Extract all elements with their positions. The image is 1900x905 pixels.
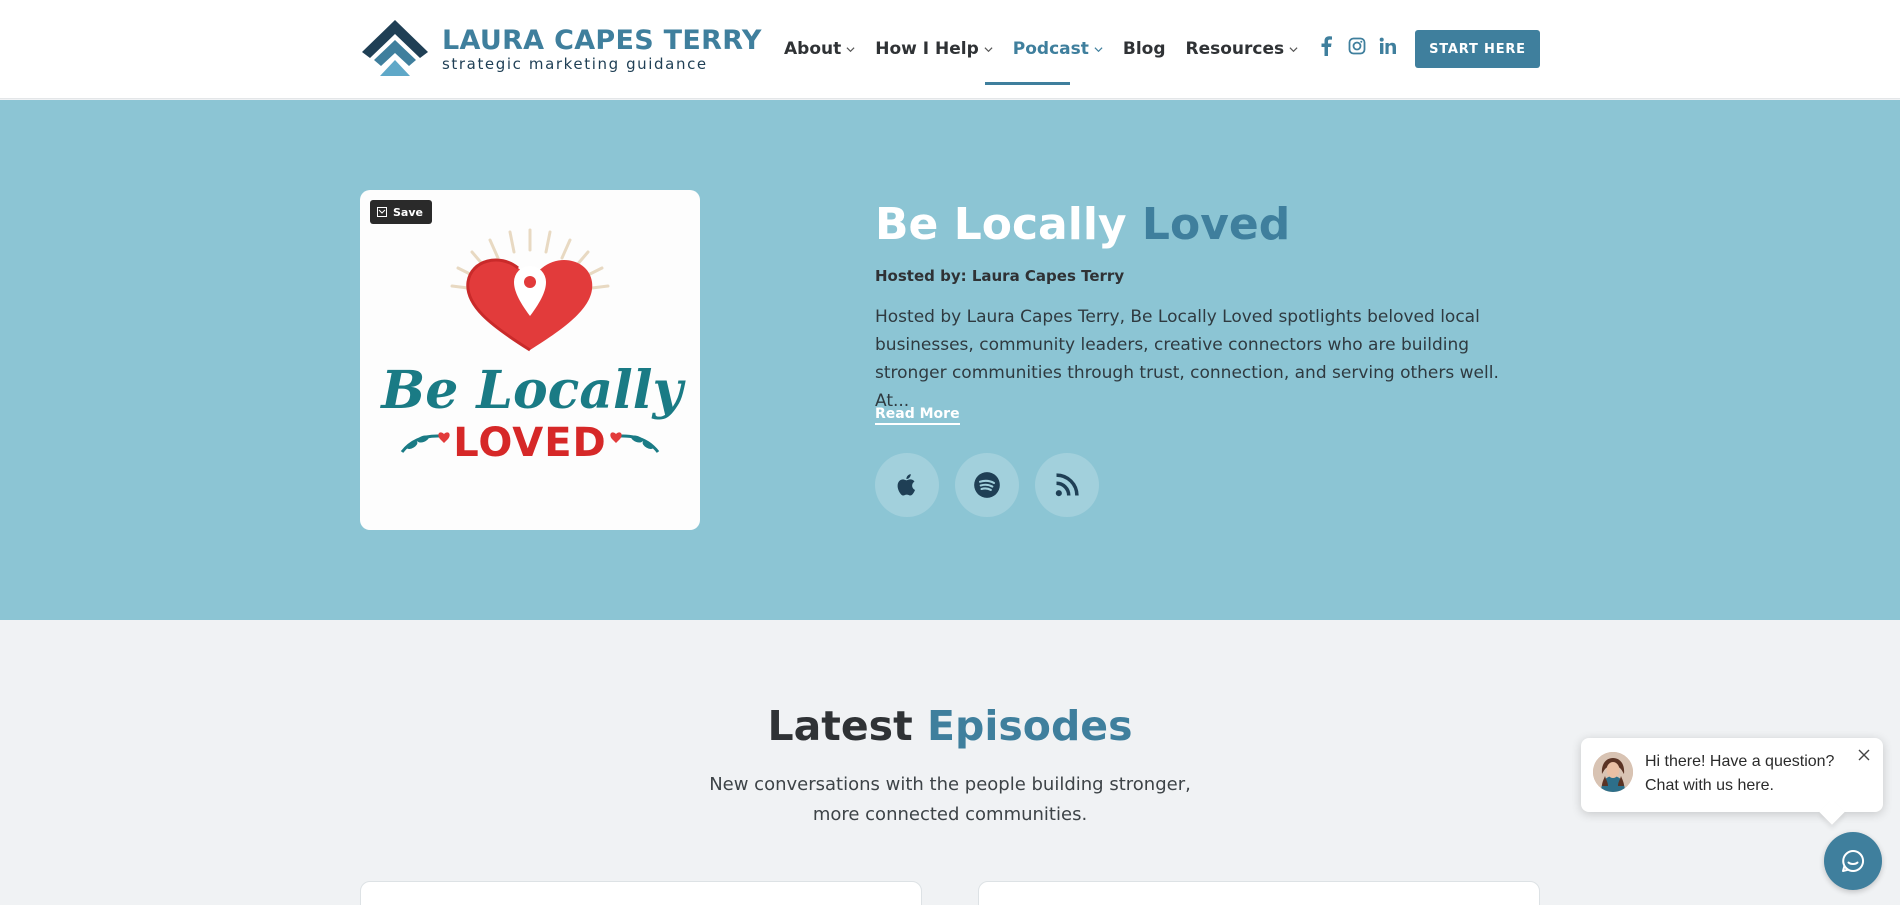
chat-message: Hi there! Have a question? Chat with us …: [1645, 753, 1835, 794]
podcast-title: Be Locally Loved: [875, 198, 1290, 252]
instagram-icon[interactable]: [1347, 36, 1367, 56]
podcast-cover-art: Save Be Locally LOVED: [360, 190, 700, 530]
facebook-icon[interactable]: [1316, 36, 1336, 56]
active-nav-indicator: [985, 82, 1070, 85]
main-nav: About How I Help Podcast Blog Resources: [784, 34, 1318, 64]
nav-item-how-i-help[interactable]: How I Help: [875, 39, 993, 59]
chevron-down-icon: [984, 46, 993, 52]
social-links: [1316, 36, 1409, 56]
chevron-down-icon: [1289, 46, 1298, 52]
episode-card[interactable]: [360, 881, 922, 905]
logo-title: LAURA CAPES TERRY: [442, 25, 762, 56]
chat-prompt[interactable]: Hi there! Have a question? Chat with us …: [1581, 738, 1883, 812]
podcast-platforms: [875, 453, 1115, 517]
nav-item-podcast[interactable]: Podcast: [1013, 39, 1103, 59]
be-locally-loved-logo: Be Locally LOVED: [379, 228, 687, 466]
latest-title-accent: Episodes: [926, 702, 1133, 750]
nav-item-about[interactable]: About: [784, 39, 855, 59]
logo-subtitle: strategic marketing guidance: [442, 55, 708, 73]
podcast-description: Hosted by Laura Capes Terry, Be Locally …: [875, 307, 1499, 411]
start-here-button[interactable]: START HERE: [1415, 30, 1540, 68]
logo-chevron-icon: [360, 18, 430, 80]
chevron-down-icon: [1094, 46, 1103, 52]
chat-icon: [1842, 849, 1865, 872]
nav-item-blog[interactable]: Blog: [1123, 39, 1166, 59]
latest-episodes-subtitle: New conversations with the people buildi…: [709, 774, 1191, 825]
save-label: Save: [393, 205, 423, 219]
apple-podcasts-icon[interactable]: [875, 453, 939, 517]
hosted-by: Hosted by: Laura Capes Terry: [875, 267, 1125, 285]
nav-item-resources[interactable]: Resources: [1186, 39, 1299, 59]
nav-item-label: About: [784, 39, 842, 59]
avatar: [1593, 752, 1633, 792]
spotify-icon[interactable]: [955, 453, 1019, 517]
close-icon[interactable]: [1857, 748, 1871, 762]
svg-text:Be Locally: Be Locally: [379, 360, 686, 421]
chevron-down-icon: [846, 46, 855, 52]
save-icon: [377, 207, 387, 217]
svg-text:LOVED: LOVED: [453, 420, 606, 466]
read-more-link[interactable]: Read More: [875, 406, 960, 425]
nav-item-label: Resources: [1185, 39, 1285, 59]
site-header: LAURA CAPES TERRY strategic marketing gu…: [0, 0, 1900, 99]
rss-icon[interactable]: [1035, 453, 1099, 517]
nav-item-label: How I Help: [875, 39, 979, 59]
site-logo[interactable]: LAURA CAPES TERRY strategic marketing gu…: [360, 18, 761, 80]
nav-item-label: Blog: [1122, 39, 1166, 59]
latest-title-main: Latest: [767, 702, 913, 750]
linkedin-icon[interactable]: [1378, 36, 1398, 56]
podcast-title-accent: Loved: [1141, 199, 1291, 250]
episode-card[interactable]: [978, 881, 1540, 905]
nav-item-label: Podcast: [1012, 39, 1089, 59]
chat-launcher-button[interactable]: [1824, 832, 1882, 890]
podcast-title-main: Be Locally: [875, 199, 1127, 250]
